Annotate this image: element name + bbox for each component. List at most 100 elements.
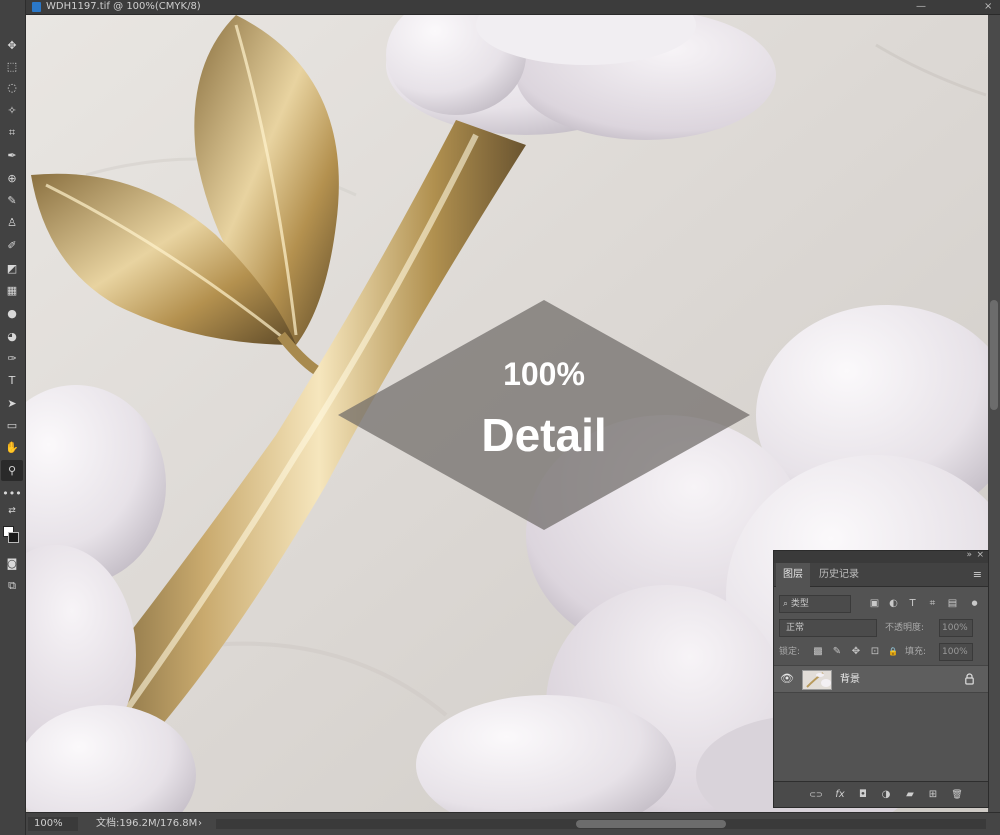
panel-menu-icon[interactable]: ≡ bbox=[973, 568, 982, 581]
lock-transparent-icon[interactable]: ▩ bbox=[811, 645, 825, 659]
vertical-scroll-thumb[interactable] bbox=[990, 300, 998, 410]
vertical-scrollbar[interactable] bbox=[988, 15, 1000, 812]
close-panel-button[interactable]: × bbox=[976, 550, 984, 560]
delete-layer-icon[interactable]: 🗑 bbox=[949, 787, 965, 803]
layers-bottom-bar: ⊂⊃ fx ◘ ◑ ▰ ⊞ 🗑 bbox=[774, 781, 988, 807]
pen-tool[interactable]: ✑ bbox=[1, 348, 23, 369]
layer-name[interactable]: 背景 bbox=[840, 666, 860, 694]
blend-mode-row: 正常 不透明度: 100% bbox=[779, 619, 984, 637]
adjustment-layer-icon[interactable]: ◑ bbox=[878, 787, 894, 803]
badge-detail-text: Detail bbox=[481, 409, 607, 461]
document-size-readout: 文档:196.2M/176.8M bbox=[96, 818, 198, 829]
zoom-level-field[interactable]: 100% bbox=[28, 817, 78, 831]
more-tools-button[interactable]: ••• bbox=[1, 483, 23, 504]
hand-tool[interactable]: ✋ bbox=[1, 437, 23, 458]
move-icon: ✥ bbox=[7, 39, 17, 52]
crop-tool[interactable]: ⌗ bbox=[1, 122, 23, 143]
zoom-tool[interactable]: ⚲ bbox=[1, 460, 23, 481]
quick-mask-icon: ◙ bbox=[6, 557, 18, 570]
panel-header-strip: » × bbox=[774, 550, 988, 563]
magic-wand-icon: ✧ bbox=[7, 104, 17, 117]
new-group-icon[interactable]: ▰ bbox=[902, 787, 918, 803]
lock-image-icon[interactable]: ✎ bbox=[830, 645, 844, 659]
fx-icon[interactable]: fx bbox=[832, 787, 848, 803]
type-icon: T bbox=[8, 374, 16, 387]
pixel-filter-icon[interactable]: ▣ bbox=[867, 596, 882, 611]
layer-lock-icon bbox=[965, 673, 974, 685]
layer-filter-row: ⌕ 类型 ▣ ◐ T ⌗ ▤ ● bbox=[779, 595, 984, 613]
move-tool[interactable]: ✥ bbox=[1, 35, 23, 56]
lock-all-icon[interactable]: 🔒 bbox=[886, 645, 900, 659]
minimize-button[interactable]: — bbox=[916, 0, 926, 14]
blend-mode-dropdown[interactable]: 正常 bbox=[779, 619, 877, 637]
brush-tool[interactable]: ✎ bbox=[1, 190, 23, 211]
fill-input[interactable]: 100% bbox=[939, 643, 973, 661]
blur-icon: ● bbox=[7, 307, 17, 320]
screen-mode-button[interactable]: ⧉ bbox=[1, 575, 23, 596]
lock-row: 锁定: ▩ ✎ ✥ ⊡ 🔒 填充: 100% bbox=[779, 643, 984, 661]
rectangle-icon: ▭ bbox=[6, 419, 18, 432]
path-selection-tool[interactable]: ➤ bbox=[1, 393, 23, 414]
lock-artboard-icon[interactable]: ⊡ bbox=[868, 645, 882, 659]
horizontal-scrollbar[interactable] bbox=[216, 819, 986, 829]
opacity-input[interactable]: 100% bbox=[939, 619, 973, 637]
visibility-eye-icon[interactable]: 👁 bbox=[780, 672, 794, 685]
filter-toggle-icon[interactable]: ● bbox=[967, 596, 982, 611]
close-document-button[interactable]: × bbox=[984, 0, 992, 14]
magic-wand-tool[interactable]: ✧ bbox=[1, 100, 23, 121]
clone-stamp-tool[interactable]: ♙ bbox=[1, 212, 23, 233]
marquee-icon: ⬚ bbox=[6, 60, 18, 73]
tab-history[interactable]: 历史记录 bbox=[812, 563, 866, 587]
history-brush-icon: ✐ bbox=[7, 239, 17, 252]
type-filter-icon[interactable]: T bbox=[905, 596, 920, 611]
document-title: WDH1197.tif @ 100%(CMYK/8) bbox=[46, 1, 201, 12]
status-menu-arrow[interactable]: › bbox=[198, 813, 202, 835]
detail-badge: 100% Detail bbox=[338, 300, 750, 530]
layer-row-background[interactable]: 👁 背景 bbox=[774, 665, 988, 693]
gradient-icon: ▦ bbox=[6, 284, 18, 297]
lock-position-icon[interactable]: ✥ bbox=[849, 645, 863, 659]
swap-colors-button[interactable]: ⇄ bbox=[1, 504, 23, 518]
layers-panel: » × 图层 历史记录 ≡ ⌕ 类型 ▣ ◐ T ⌗ ▤ ● 正常 不透明度: … bbox=[773, 550, 989, 808]
history-brush-tool[interactable]: ✐ bbox=[1, 235, 23, 256]
marquee-tool[interactable]: ⬚ bbox=[1, 56, 23, 77]
new-layer-icon[interactable]: ⊞ bbox=[925, 787, 941, 803]
type-tool[interactable]: T bbox=[1, 370, 23, 391]
background-color-swatch[interactable] bbox=[8, 532, 19, 543]
blur-tool[interactable]: ● bbox=[1, 303, 23, 324]
healing-brush-icon: ⊕ bbox=[7, 172, 17, 185]
dodge-icon: ◕ bbox=[7, 330, 17, 343]
collapse-panel-button[interactable]: » bbox=[966, 550, 972, 560]
lock-label: 锁定: bbox=[779, 647, 801, 657]
eraser-tool[interactable]: ◩ bbox=[1, 258, 23, 279]
panel-tabs: 图层 历史记录 ≡ bbox=[774, 563, 988, 587]
smart-object-filter-icon[interactable]: ▤ bbox=[945, 596, 960, 611]
filter-kind-dropdown[interactable]: ⌕ 类型 bbox=[779, 595, 851, 613]
lasso-icon: ◌ bbox=[7, 81, 17, 94]
swap-colors-icon: ⇄ bbox=[8, 506, 16, 516]
more-tools-icon: ••• bbox=[2, 487, 22, 500]
document-tab[interactable]: WDH1197.tif @ 100%(CMYK/8) — × bbox=[26, 0, 1000, 15]
path-selection-icon: ➤ bbox=[7, 397, 17, 410]
tab-layers[interactable]: 图层 bbox=[776, 563, 810, 587]
horizontal-scroll-thumb[interactable] bbox=[576, 820, 726, 828]
link-layers-icon[interactable]: ⊂⊃ bbox=[808, 787, 824, 803]
shape-filter-icon[interactable]: ⌗ bbox=[925, 596, 940, 611]
rectangle-tool[interactable]: ▭ bbox=[1, 415, 23, 436]
badge-percent-text: 100% bbox=[503, 356, 585, 392]
dodge-tool[interactable]: ◕ bbox=[1, 326, 23, 347]
healing-brush-tool[interactable]: ⊕ bbox=[1, 168, 23, 189]
adjustment-filter-icon[interactable]: ◐ bbox=[886, 596, 901, 611]
add-mask-icon[interactable]: ◘ bbox=[855, 787, 871, 803]
eyedropper-icon: ✒ bbox=[7, 149, 17, 162]
lasso-tool[interactable]: ◌ bbox=[1, 77, 23, 98]
quick-mask-button[interactable]: ◙ bbox=[1, 553, 23, 574]
eraser-icon: ◩ bbox=[6, 262, 18, 275]
zoom-icon: ⚲ bbox=[7, 464, 17, 477]
fill-label: 填充: bbox=[905, 647, 927, 657]
gradient-tool[interactable]: ▦ bbox=[1, 280, 23, 301]
status-bar: 100% 文档:196.2M/176.8M › bbox=[26, 812, 1000, 835]
hand-icon: ✋ bbox=[5, 441, 19, 454]
tools-panel: ✥ ⬚ ◌ ✧ ⌗ ✒ ⊕ ✎ ♙ ✐ ◩ ▦ ● ◕ ✑ T ➤ ▭ ✋ ⚲ … bbox=[0, 0, 26, 835]
eyedropper-tool[interactable]: ✒ bbox=[1, 145, 23, 166]
